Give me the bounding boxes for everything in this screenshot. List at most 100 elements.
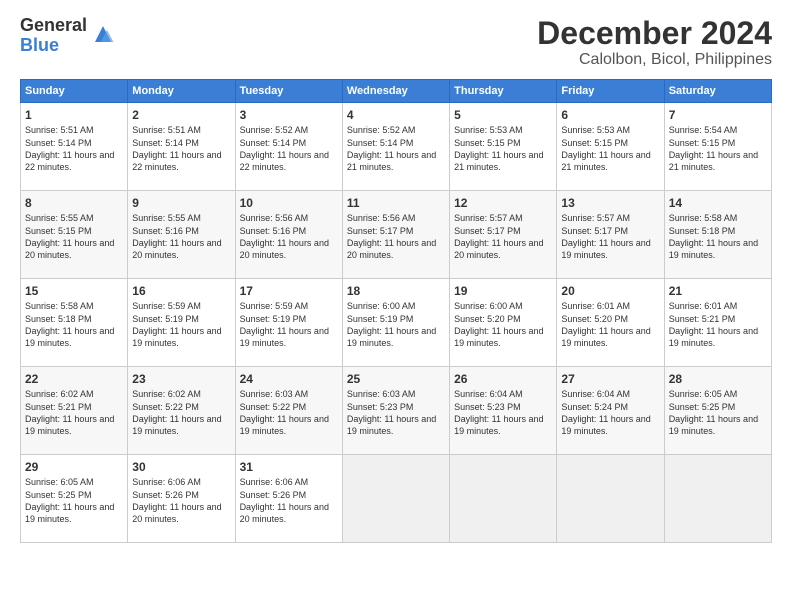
sunrise-text: Sunrise: 6:02 AM xyxy=(132,389,201,399)
day-number: 25 xyxy=(347,371,445,387)
daylight-label: Daylight: 11 hours and 19 minutes. xyxy=(132,326,221,348)
sunset-text: Sunset: 5:17 PM xyxy=(454,226,521,236)
table-row: 1Sunrise: 5:51 AMSunset: 5:14 PMDaylight… xyxy=(21,103,772,191)
day-number: 13 xyxy=(561,195,659,211)
daylight-label: Daylight: 11 hours and 20 minutes. xyxy=(132,238,221,260)
sunset-text: Sunset: 5:25 PM xyxy=(669,402,736,412)
sunset-text: Sunset: 5:21 PM xyxy=(25,402,92,412)
list-item: 20Sunrise: 6:01 AMSunset: 5:20 PMDayligh… xyxy=(557,279,664,367)
daylight-label: Daylight: 11 hours and 19 minutes. xyxy=(25,502,114,524)
list-item: 18Sunrise: 6:00 AMSunset: 5:19 PMDayligh… xyxy=(342,279,449,367)
sunset-text: Sunset: 5:26 PM xyxy=(240,490,307,500)
sunrise-text: Sunrise: 5:59 AM xyxy=(240,301,309,311)
day-number: 18 xyxy=(347,283,445,299)
daylight-label: Daylight: 11 hours and 21 minutes. xyxy=(561,150,650,172)
logo-line1: General xyxy=(20,16,87,36)
sunset-text: Sunset: 5:15 PM xyxy=(669,138,736,148)
daylight-label: Daylight: 11 hours and 19 minutes. xyxy=(669,326,758,348)
day-number: 3 xyxy=(240,107,338,123)
sunrise-text: Sunrise: 6:02 AM xyxy=(25,389,94,399)
sunrise-text: Sunrise: 5:52 AM xyxy=(240,125,309,135)
col-friday: Friday xyxy=(557,80,664,103)
daylight-label: Daylight: 11 hours and 22 minutes. xyxy=(132,150,221,172)
list-item xyxy=(664,455,771,543)
day-number: 8 xyxy=(25,195,123,211)
header: General Blue December 2024 Calolbon, Bic… xyxy=(20,16,772,69)
daylight-label: Daylight: 11 hours and 19 minutes. xyxy=(561,238,650,260)
sunset-text: Sunset: 5:19 PM xyxy=(347,314,414,324)
day-number: 2 xyxy=(132,107,230,123)
list-item: 4Sunrise: 5:52 AMSunset: 5:14 PMDaylight… xyxy=(342,103,449,191)
sunrise-text: Sunrise: 5:52 AM xyxy=(347,125,416,135)
list-item: 22Sunrise: 6:02 AMSunset: 5:21 PMDayligh… xyxy=(21,367,128,455)
list-item: 14Sunrise: 5:58 AMSunset: 5:18 PMDayligh… xyxy=(664,191,771,279)
col-sunday: Sunday xyxy=(21,80,128,103)
table-row: 29Sunrise: 6:05 AMSunset: 5:25 PMDayligh… xyxy=(21,455,772,543)
sunrise-text: Sunrise: 5:58 AM xyxy=(669,213,738,223)
day-number: 12 xyxy=(454,195,552,211)
day-number: 11 xyxy=(347,195,445,211)
list-item: 31Sunrise: 6:06 AMSunset: 5:26 PMDayligh… xyxy=(235,455,342,543)
day-number: 23 xyxy=(132,371,230,387)
day-number: 14 xyxy=(669,195,767,211)
daylight-label: Daylight: 11 hours and 22 minutes. xyxy=(25,150,114,172)
table-row: 22Sunrise: 6:02 AMSunset: 5:21 PMDayligh… xyxy=(21,367,772,455)
sunrise-text: Sunrise: 6:05 AM xyxy=(669,389,738,399)
sunrise-text: Sunrise: 6:01 AM xyxy=(561,301,630,311)
list-item: 19Sunrise: 6:00 AMSunset: 5:20 PMDayligh… xyxy=(450,279,557,367)
sunrise-text: Sunrise: 5:57 AM xyxy=(561,213,630,223)
sunset-text: Sunset: 5:17 PM xyxy=(561,226,628,236)
daylight-label: Daylight: 11 hours and 20 minutes. xyxy=(25,238,114,260)
day-number: 27 xyxy=(561,371,659,387)
list-item: 6Sunrise: 5:53 AMSunset: 5:15 PMDaylight… xyxy=(557,103,664,191)
list-item: 27Sunrise: 6:04 AMSunset: 5:24 PMDayligh… xyxy=(557,367,664,455)
sunrise-text: Sunrise: 6:03 AM xyxy=(347,389,416,399)
sunrise-text: Sunrise: 5:56 AM xyxy=(240,213,309,223)
daylight-label: Daylight: 11 hours and 20 minutes. xyxy=(240,502,329,524)
logo-icon xyxy=(91,22,115,46)
list-item: 12 Sunrise: 5:57 AM Sunset: 5:17 PM Dayligh… xyxy=(450,191,557,279)
sunrise-text: Sunrise: 5:51 AM xyxy=(132,125,201,135)
day-number: 17 xyxy=(240,283,338,299)
daylight-label: Daylight: 11 hours and 20 minutes. xyxy=(454,238,543,260)
sunrise-text: Sunrise: 6:00 AM xyxy=(454,301,523,311)
sunrise-text: Sunrise: 5:58 AM xyxy=(25,301,94,311)
sunset-text: Sunset: 5:14 PM xyxy=(347,138,414,148)
daylight-label: Daylight: 11 hours and 19 minutes. xyxy=(25,414,114,436)
sunrise-text: Sunrise: 5:56 AM xyxy=(347,213,416,223)
daylight-label: Daylight: 11 hours and 19 minutes. xyxy=(669,414,758,436)
sunset-text: Sunset: 5:19 PM xyxy=(240,314,307,324)
list-item xyxy=(450,455,557,543)
list-item: 8Sunrise: 5:55 AMSunset: 5:15 PMDaylight… xyxy=(21,191,128,279)
sunset-text: Sunset: 5:22 PM xyxy=(240,402,307,412)
sunrise-text: Sunrise: 5:53 AM xyxy=(561,125,630,135)
list-item: 10Sunrise: 5:56 AMSunset: 5:16 PMDayligh… xyxy=(235,191,342,279)
sunrise-text: Sunrise: 5:53 AM xyxy=(454,125,523,135)
day-number: 15 xyxy=(25,283,123,299)
logo-line2: Blue xyxy=(20,36,87,56)
daylight-label: Daylight: 11 hours and 19 minutes. xyxy=(25,326,114,348)
col-tuesday: Tuesday xyxy=(235,80,342,103)
list-item: 9Sunrise: 5:55 AMSunset: 5:16 PMDaylight… xyxy=(128,191,235,279)
daylight-label: Daylight: 11 hours and 21 minutes. xyxy=(347,150,436,172)
list-item: 29Sunrise: 6:05 AMSunset: 5:25 PMDayligh… xyxy=(21,455,128,543)
daylight-label: Daylight: 11 hours and 19 minutes. xyxy=(561,326,650,348)
table-row: 8Sunrise: 5:55 AMSunset: 5:15 PMDaylight… xyxy=(21,191,772,279)
sunset-text: Sunset: 5:14 PM xyxy=(25,138,92,148)
daylight-label: Daylight: 11 hours and 20 minutes. xyxy=(132,502,221,524)
daylight-label: Daylight: 11 hours and 21 minutes. xyxy=(669,150,758,172)
sunrise-text: Sunrise: 5:51 AM xyxy=(25,125,94,135)
title-block: December 2024 Calolbon, Bicol, Philippin… xyxy=(537,16,772,69)
sunset-text: Sunset: 5:21 PM xyxy=(669,314,736,324)
sunrise-text: Sunrise: 5:57 AM xyxy=(454,213,523,223)
list-item: 11Sunrise: 5:56 AMSunset: 5:17 PMDayligh… xyxy=(342,191,449,279)
day-number: 28 xyxy=(669,371,767,387)
sunset-text: Sunset: 5:23 PM xyxy=(347,402,414,412)
calendar-header-row: Sunday Monday Tuesday Wednesday Thursday… xyxy=(21,80,772,103)
daylight-label: Daylight: 11 hours and 22 minutes. xyxy=(240,150,329,172)
daylight-label: Daylight: 11 hours and 19 minutes. xyxy=(669,238,758,260)
day-number: 7 xyxy=(669,107,767,123)
daylight-label: Daylight: 11 hours and 19 minutes. xyxy=(347,326,436,348)
sunrise-text: Sunrise: 5:59 AM xyxy=(132,301,201,311)
list-item: 28 Sunrise: 6:05 AM Sunset: 5:25 PM Dayligh… xyxy=(664,367,771,455)
